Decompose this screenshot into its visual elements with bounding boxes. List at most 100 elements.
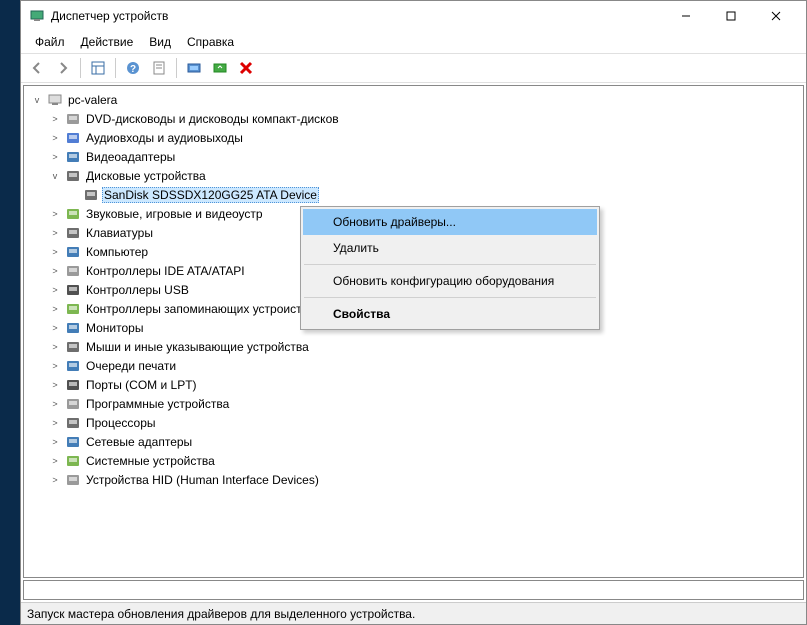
tree-node-label: Программные устройства — [84, 396, 231, 412]
tree-node-label: Порты (COM и LPT) — [84, 377, 199, 393]
tree-root-node[interactable]: v pc-valera — [26, 90, 801, 109]
tree-node-label: SanDisk SDSSDX120GG25 ATA Device — [102, 187, 319, 203]
tree-node-label: Аудиовходы и аудиовыходы — [84, 130, 245, 146]
hid-icon — [65, 472, 81, 488]
tree-category-node[interactable]: v Дисковые устройства — [26, 166, 801, 185]
tree-category-node[interactable]: > Видеоадаптеры — [26, 147, 801, 166]
expander-icon[interactable]: > — [48, 399, 62, 409]
tree-node-label: Сетевые адаптеры — [84, 434, 194, 450]
tree-node-label: Компьютер — [84, 244, 150, 260]
tree-node-label: Очереди печати — [84, 358, 178, 374]
context-update-drivers[interactable]: Обновить драйверы... — [303, 209, 597, 235]
window-title: Диспетчер устройств — [51, 9, 663, 23]
port-icon — [65, 377, 81, 393]
uninstall-button[interactable] — [234, 56, 258, 80]
mouse-icon — [65, 339, 81, 355]
expander-icon[interactable]: v — [48, 171, 62, 181]
expander-icon[interactable]: > — [48, 342, 62, 352]
tree-category-node[interactable]: > Системные устройства — [26, 451, 801, 470]
disk-icon — [83, 187, 99, 203]
menu-action[interactable]: Действие — [73, 33, 142, 51]
titlebar[interactable]: Диспетчер устройств — [21, 1, 806, 31]
nav-back-button[interactable] — [25, 56, 49, 80]
tree-category-node[interactable]: > Очереди печати — [26, 356, 801, 375]
minimize-button[interactable] — [663, 2, 708, 30]
tree-node-label: Контроллеры IDE ATA/ATAPI — [84, 263, 247, 279]
context-menu: Обновить драйверы... Удалить Обновить ко… — [300, 206, 600, 330]
expander-icon[interactable]: > — [48, 152, 62, 162]
storage-icon — [65, 301, 81, 317]
toolbar-separator — [115, 58, 116, 78]
tree-node-label: Контроллеры запоминающих устроиств — [84, 301, 310, 317]
tree-category-node[interactable]: > Сетевые адаптеры — [26, 432, 801, 451]
expander-icon[interactable]: > — [48, 418, 62, 428]
usb-icon — [65, 282, 81, 298]
cpu-icon — [65, 415, 81, 431]
toolbar: ? — [21, 53, 806, 83]
expander-icon[interactable]: > — [48, 209, 62, 219]
tree-category-node[interactable]: > Устройства HID (Human Interface Device… — [26, 470, 801, 489]
expander-icon[interactable]: > — [48, 247, 62, 257]
system-icon — [65, 453, 81, 469]
update-driver-button[interactable] — [208, 56, 232, 80]
computer-icon — [65, 244, 81, 260]
monitor-icon — [65, 320, 81, 336]
properties-button[interactable] — [147, 56, 171, 80]
expander-icon[interactable]: > — [48, 361, 62, 371]
menu-help[interactable]: Справка — [179, 33, 242, 51]
statusbar: Запуск мастера обновления драйверов для … — [21, 602, 806, 624]
details-pane — [23, 580, 804, 600]
disk-icon — [65, 168, 81, 184]
help-button[interactable]: ? — [121, 56, 145, 80]
context-separator — [304, 264, 596, 265]
status-text: Запуск мастера обновления драйверов для … — [27, 607, 415, 621]
maximize-button[interactable] — [708, 2, 753, 30]
scan-hardware-button[interactable] — [182, 56, 206, 80]
tree-node-label: Звуковые, игровые и видеоустр — [84, 206, 265, 222]
tree-node-label: Системные устройства — [84, 453, 217, 469]
toolbar-separator — [80, 58, 81, 78]
context-refresh-config[interactable]: Обновить конфигурацию оборудования — [303, 268, 597, 294]
tree-node-label: Процессоры — [84, 415, 158, 431]
expander-icon[interactable]: > — [48, 304, 62, 314]
expander-icon[interactable]: v — [30, 95, 44, 105]
context-separator — [304, 297, 596, 298]
tree-category-node[interactable]: > Процессоры — [26, 413, 801, 432]
menu-file[interactable]: Файл — [27, 33, 73, 51]
menu-view[interactable]: Вид — [141, 33, 179, 51]
expander-icon[interactable]: > — [48, 323, 62, 333]
expander-icon[interactable]: > — [48, 380, 62, 390]
printer-icon — [65, 358, 81, 374]
keyboard-icon — [65, 225, 81, 241]
expander-icon[interactable]: > — [48, 285, 62, 295]
tree-category-node[interactable]: > Аудиовходы и аудиовыходы — [26, 128, 801, 147]
expander-icon[interactable]: > — [48, 475, 62, 485]
tree-category-node[interactable]: > Программные устройства — [26, 394, 801, 413]
app-icon — [29, 8, 45, 24]
expander-icon[interactable]: > — [48, 456, 62, 466]
tree-category-node[interactable]: > Мыши и иные указывающие устройства — [26, 337, 801, 356]
nav-forward-button[interactable] — [51, 56, 75, 80]
context-delete[interactable]: Удалить — [303, 235, 597, 261]
close-button[interactable] — [753, 2, 798, 30]
expander-icon[interactable]: > — [48, 133, 62, 143]
disc-icon — [65, 111, 81, 127]
show-hide-tree-button[interactable] — [86, 56, 110, 80]
device-tree[interactable]: v pc-valera > DVD-дисководы и дисководы … — [23, 85, 804, 578]
toolbar-separator — [176, 58, 177, 78]
ide-icon — [65, 263, 81, 279]
expander-icon[interactable]: > — [48, 228, 62, 238]
tree-node-label: Устройства HID (Human Interface Devices) — [84, 472, 321, 488]
tree-device-node[interactable]: SanDisk SDSSDX120GG25 ATA Device — [26, 185, 801, 204]
audio-icon — [65, 130, 81, 146]
tree-node-label: Клавиатуры — [84, 225, 155, 241]
tree-node-label: Мыши и иные указывающие устройства — [84, 339, 311, 355]
expander-icon[interactable]: > — [48, 266, 62, 276]
expander-icon[interactable]: > — [48, 437, 62, 447]
expander-icon[interactable]: > — [48, 114, 62, 124]
tree-node-label: Видеоадаптеры — [84, 149, 177, 165]
tree-category-node[interactable]: > Порты (COM и LPT) — [26, 375, 801, 394]
tree-category-node[interactable]: > DVD-дисководы и дисководы компакт-диск… — [26, 109, 801, 128]
software-icon — [65, 396, 81, 412]
context-properties[interactable]: Свойства — [303, 301, 597, 327]
